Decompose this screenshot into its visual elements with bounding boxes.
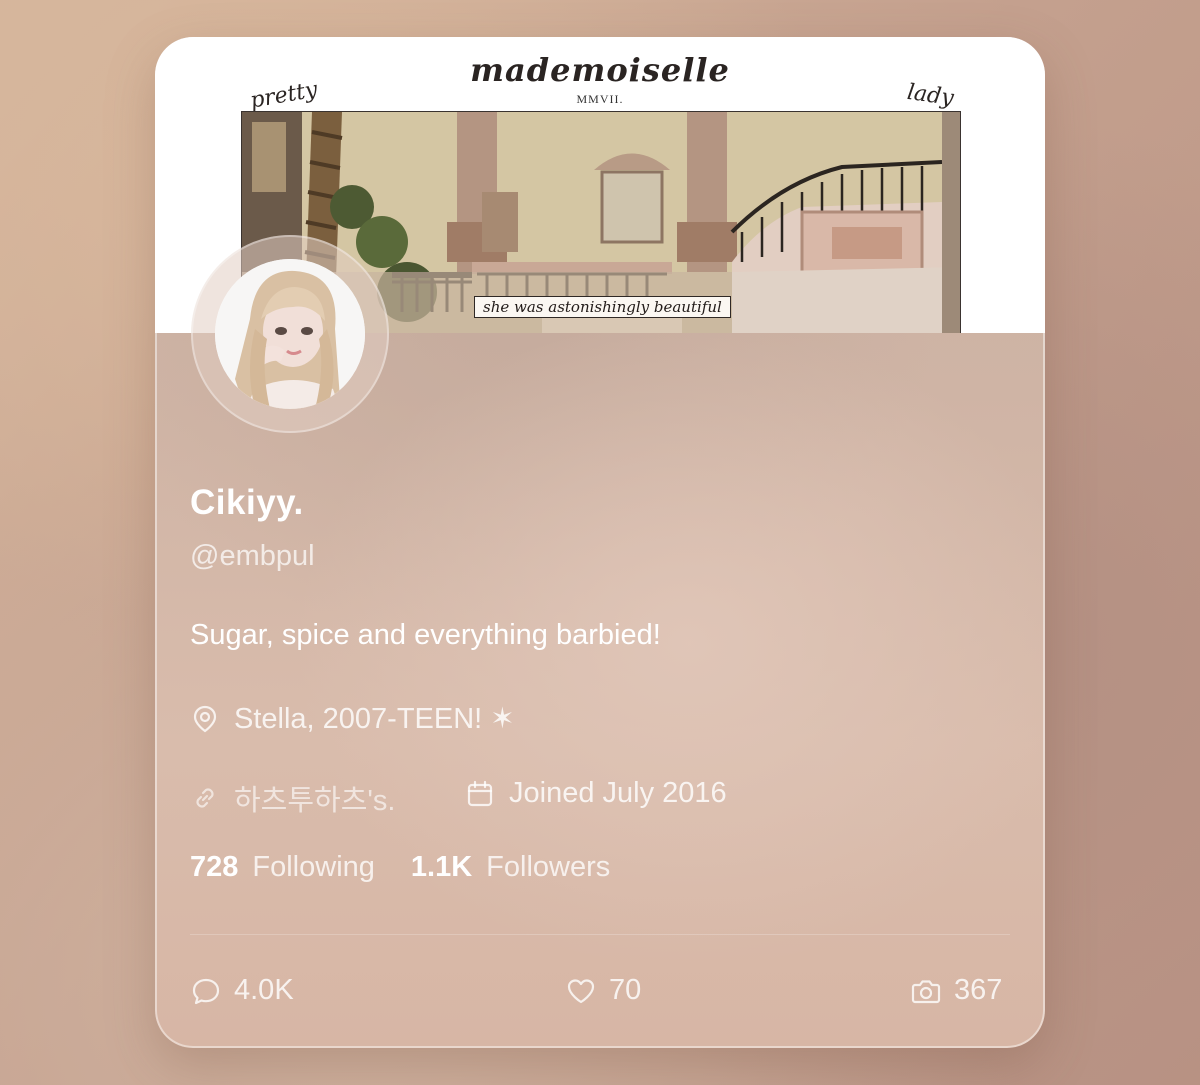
location-text: Stella, 2007-TEEN! ✶ [234, 703, 515, 735]
joined-text: Joined July 2016 [509, 777, 727, 809]
avatar[interactable] [215, 259, 365, 409]
location-row: Stella, 2007-TEEN! ✶ [190, 701, 515, 736]
calendar-icon [467, 780, 493, 806]
photos-button[interactable]: 367 [910, 974, 1002, 1007]
display-name: Cikiyy. [190, 483, 304, 522]
link-icon [196, 788, 214, 808]
followers-count[interactable]: 1.1K [411, 851, 472, 884]
comments-count: 4.0K [234, 974, 294, 1006]
comment-bubble-icon [192, 978, 220, 1004]
views-count: 367 [954, 974, 1003, 1006]
heart-icon [567, 978, 595, 1003]
camera-icon [911, 979, 941, 1003]
follow-stats: 728 Following 1.1K Followers [190, 851, 646, 884]
following-count[interactable]: 728 [190, 851, 238, 884]
bio-text: Sugar, spice and everything barbied! [190, 619, 661, 651]
followers-label[interactable]: Followers [486, 851, 610, 884]
following-label[interactable]: Following [252, 851, 375, 884]
like-button[interactable]: 70 [565, 974, 641, 1007]
divider [190, 934, 1010, 935]
username-handle: @embpul [190, 540, 315, 572]
website-link[interactable]: 하츠투하츠's. [190, 777, 396, 819]
joined-row: Joined July 2016 [465, 777, 727, 810]
profile-card: mademoiselle MMVII. pretty lady she was … [155, 37, 1045, 1048]
banner-caption: she was astonishingly beautiful [474, 296, 731, 318]
likes-count: 70 [609, 974, 642, 1006]
comments-button[interactable]: 4.0K [190, 974, 294, 1007]
map-pin-icon [193, 705, 217, 732]
website-link-text[interactable]: 하츠투하츠's. [234, 777, 396, 819]
